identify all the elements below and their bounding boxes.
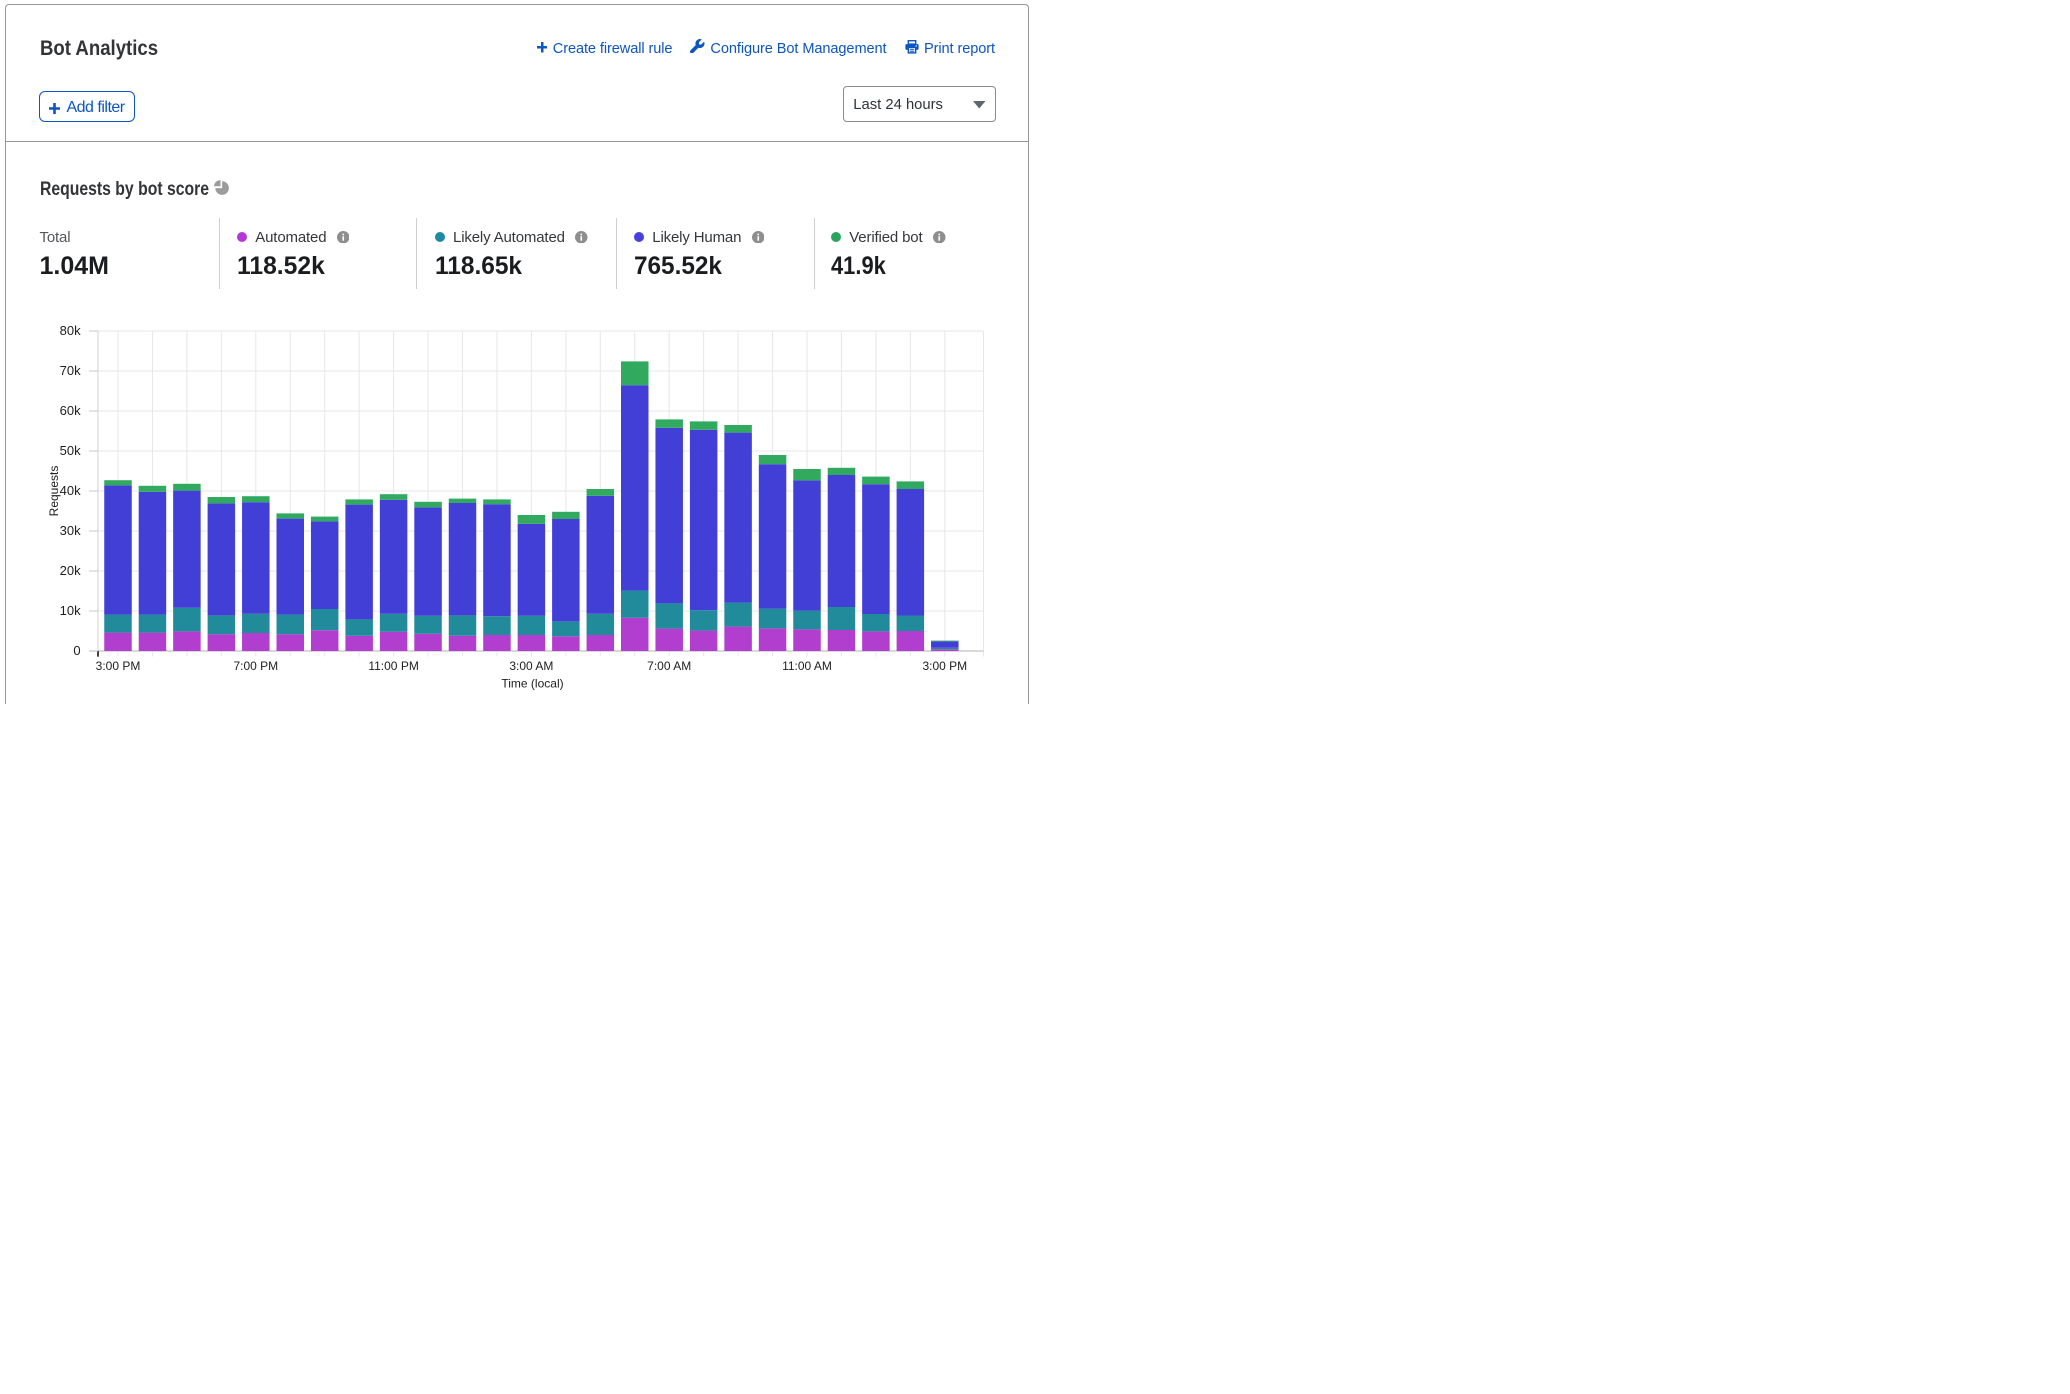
svg-text:60k: 60k [60,403,81,418]
svg-text:70k: 70k [60,363,81,378]
svg-text:11:00 PM: 11:00 PM [368,659,418,673]
svg-text:50k: 50k [60,443,81,458]
svg-text:3:00 AM: 3:00 AM [509,659,553,673]
svg-text:20k: 20k [60,563,81,578]
svg-text:10k: 10k [60,603,81,618]
svg-text:30k: 30k [60,523,81,538]
svg-text:Time (local): Time (local) [501,677,563,691]
svg-text:80k: 80k [60,323,81,338]
svg-text:0: 0 [73,643,80,658]
svg-text:3:00 PM: 3:00 PM [96,659,141,673]
svg-text:Requests: Requests [47,466,61,517]
svg-text:7:00 PM: 7:00 PM [233,659,278,673]
svg-text:3:00 PM: 3:00 PM [922,659,967,673]
svg-text:40k: 40k [60,483,81,498]
svg-text:11:00 AM: 11:00 AM [782,659,832,673]
svg-text:7:00 AM: 7:00 AM [647,659,691,673]
